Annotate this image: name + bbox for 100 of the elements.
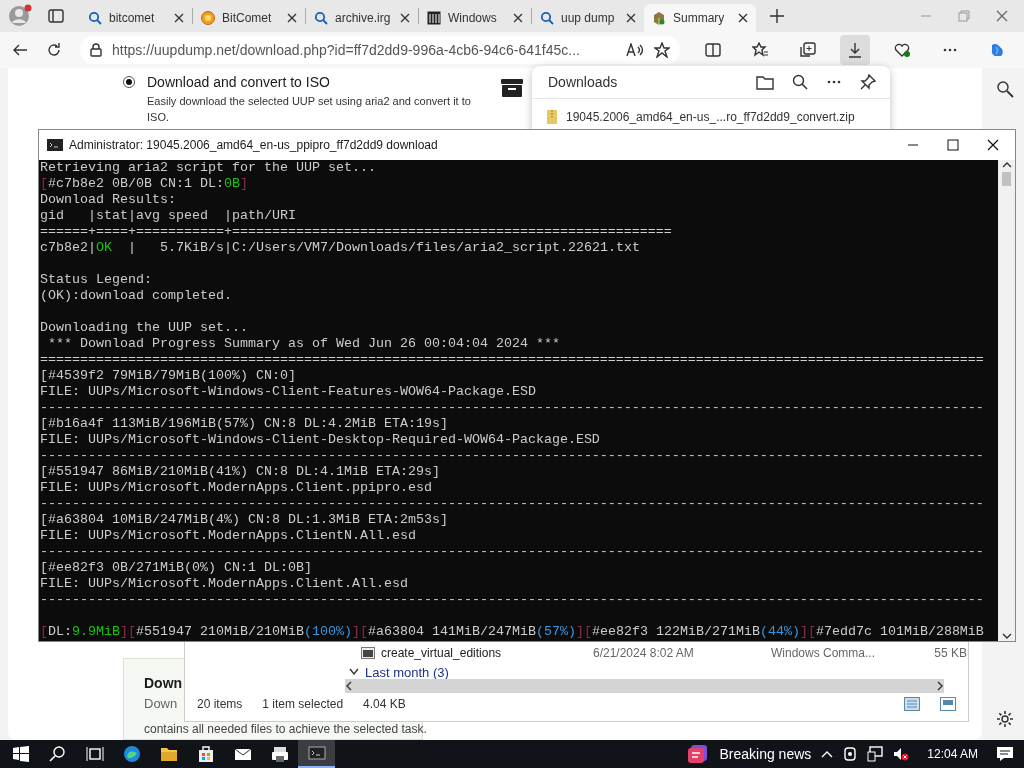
panel-title: Downloads	[548, 74, 619, 90]
console-line: c7b8e2|OK | 5.7KiB/s|C:/Users/VM7/Downloads/files/aria2_script.22621.txt	[39, 240, 641, 256]
browser-tab[interactable]: Windows	[419, 4, 531, 32]
lock-icon	[90, 43, 102, 57]
selection-count: 1 item selected	[262, 697, 344, 711]
volume-muted-icon[interactable]	[893, 746, 910, 762]
scroll-left-icon[interactable]	[345, 681, 353, 691]
tab-actions-icon[interactable]	[48, 8, 64, 24]
scroll-up-icon[interactable]	[1001, 162, 1012, 168]
maximize-icon[interactable]	[947, 139, 959, 151]
option-description: Easily download the selected UUP set using aria2 and convert it to ISO.	[147, 94, 472, 125]
console-line: FILE: UUPs/Microsoft.ModernApps.Client.All.esd	[39, 576, 409, 592]
pin-icon[interactable]	[860, 74, 876, 90]
close-icon[interactable]	[400, 13, 410, 23]
star-icon[interactable]	[654, 42, 670, 58]
console-line: FILE: UUPs/Microsoft-Windows-Client-Desktop-Required-WOW64-Package.ESD	[39, 432, 601, 448]
folder-icon[interactable]	[756, 74, 774, 90]
console-line: Status Legend:	[39, 272, 153, 288]
browser-tab[interactable]: uup dump	[532, 4, 644, 32]
new-tab-icon[interactable]	[770, 9, 784, 23]
back-icon[interactable]	[12, 42, 28, 58]
close-icon[interactable]	[513, 13, 523, 23]
console-line: [#4539f2 79MiB/79MiB(100%) CN:0]	[39, 368, 297, 384]
console-line: ----------------------------------------------------------------------------------------------------------------------	[39, 448, 985, 464]
console-line: Download Results:	[39, 192, 177, 208]
close-icon[interactable]	[738, 13, 748, 23]
refresh-icon[interactable]	[46, 42, 62, 58]
card-text: contains all needed files to achieve the selected task.	[144, 722, 427, 736]
close-icon[interactable]	[626, 13, 636, 23]
file-type: Windows Comma...	[771, 646, 877, 660]
card-text: Down	[144, 696, 178, 711]
search-icon	[88, 11, 102, 25]
chevron-icon[interactable]	[349, 668, 359, 676]
browser-tab[interactable]: Summary	[644, 4, 756, 32]
search-icon	[314, 11, 328, 25]
scroll-down-icon[interactable]	[1001, 633, 1012, 639]
news-icon[interactable]	[687, 744, 710, 764]
browser-tab[interactable]: bitcomet	[80, 4, 192, 32]
device-icon[interactable]	[843, 746, 858, 762]
console-line: gid |stat|avg speed |path/URI	[39, 208, 297, 224]
search-icon[interactable]	[792, 74, 808, 90]
console-line: ----------------------------------------------------------------------------------------------------------------------	[39, 496, 985, 512]
browser-tab[interactable]: archive.irg	[306, 4, 418, 32]
window-title: Administrator: 19045.2006_amd64_en-us_ppipro_ff7d2dd9 download	[69, 138, 439, 152]
edge-icon	[122, 745, 141, 763]
scroll-thumb[interactable]	[1001, 172, 1011, 186]
address-bar[interactable]: https://uupdump.net/download.php?id=ff7d2dd9-996a-4cb6-94c6-641f45c...	[80, 36, 680, 64]
folder-icon	[159, 745, 178, 763]
close-icon[interactable]	[174, 13, 184, 23]
collections-icon[interactable]	[799, 42, 816, 58]
file-name[interactable]: create_virtual_editions	[381, 646, 587, 660]
script-file-icon	[361, 647, 375, 659]
option-label[interactable]: Download and convert to ISO	[147, 74, 492, 90]
console-line: [#a63804 10MiB/247MiB(4%) CN:8 DL:1.3MiB ETA:2m53s]	[39, 512, 449, 528]
console-line: FILE: UUPs/Microsoft-Windows-Client-Features-WOW64-Package.ESD	[39, 384, 537, 400]
console-icon	[307, 744, 326, 762]
archive-box-icon	[500, 78, 524, 98]
vertical-scrollbar[interactable]	[998, 160, 1015, 641]
console-line: ----------------------------------------------------------------------------------------------------------------------	[39, 544, 985, 560]
console-line: [#ee82f3 0B/271MiB(0%) CN:1 DL:0B]	[39, 560, 313, 576]
clock[interactable]: 12:04 AM	[927, 747, 978, 761]
printer-icon	[270, 745, 289, 763]
horizontal-scrollbar[interactable]	[345, 679, 944, 693]
zip-file-icon	[546, 109, 558, 125]
console-line: *** Download Progress Summary as of Wed Jun 26 00:04:04 2024 ***	[47, 336, 561, 352]
file-date: 6/21/2024 8:02 AM	[593, 646, 695, 660]
split-screen-icon[interactable]	[704, 42, 721, 58]
network-icon[interactable]	[867, 746, 884, 762]
browser-tab[interactable]: BitComet	[193, 4, 305, 32]
download-filename[interactable]: 19045.2006_amd64_en-us_...ro_ff7d2dd9_convert.zip	[566, 110, 855, 124]
close-icon[interactable]	[987, 139, 999, 151]
settings-icon[interactable]	[996, 710, 1014, 728]
chevron-up-icon[interactable]	[821, 750, 834, 758]
heart-icon[interactable]	[894, 42, 911, 58]
downloads-button[interactable]	[840, 35, 870, 65]
profile-avatar[interactable]	[8, 4, 34, 28]
console-line: [#c7b8e2 0B/0B CN:1 DL:0B]	[39, 176, 249, 192]
details-view-icon[interactable]	[904, 697, 920, 711]
console-line: [DL:9.9MiB][#551947 210MiB/210MiB(100%)][#a63804 141MiB/247MiB(57%)][#ee82f3 122MiB/271MiB(44%)][#7edd7c 101MiB/288MiB	[39, 624, 985, 640]
preview-view-icon[interactable]	[940, 697, 956, 711]
start-icon	[11, 745, 30, 763]
scroll-right-icon[interactable]	[936, 681, 944, 691]
console-line: ----------------------------------------------------------------------------------------------------------------------	[39, 400, 985, 416]
task-view-icon	[85, 745, 104, 763]
close-icon[interactable]	[287, 13, 297, 23]
file-size: 55 KB	[933, 646, 967, 660]
console-line: [#551947 86MiB/210MiB(41%) CN:8 DL:4.1MiB ETA:29s]	[39, 464, 441, 480]
taskbar-button[interactable]	[298, 740, 335, 768]
notification-icon[interactable]	[996, 746, 1014, 762]
item-count: 20 items	[197, 697, 243, 711]
columns-icon	[427, 11, 441, 25]
read-aloud-icon[interactable]	[626, 43, 644, 57]
download-icon	[846, 42, 863, 58]
search-icon[interactable]	[996, 80, 1014, 98]
group-header[interactable]: Last month (3)	[365, 664, 449, 680]
search-icon	[540, 11, 554, 25]
news-label[interactable]: Breaking news	[719, 746, 812, 762]
console-line: FILE: UUPs/Microsoft.ModernApps.ClientN.All.esd	[39, 528, 417, 544]
favorites-icon[interactable]	[752, 42, 769, 58]
selection-size: 4.04 KB	[363, 697, 406, 711]
